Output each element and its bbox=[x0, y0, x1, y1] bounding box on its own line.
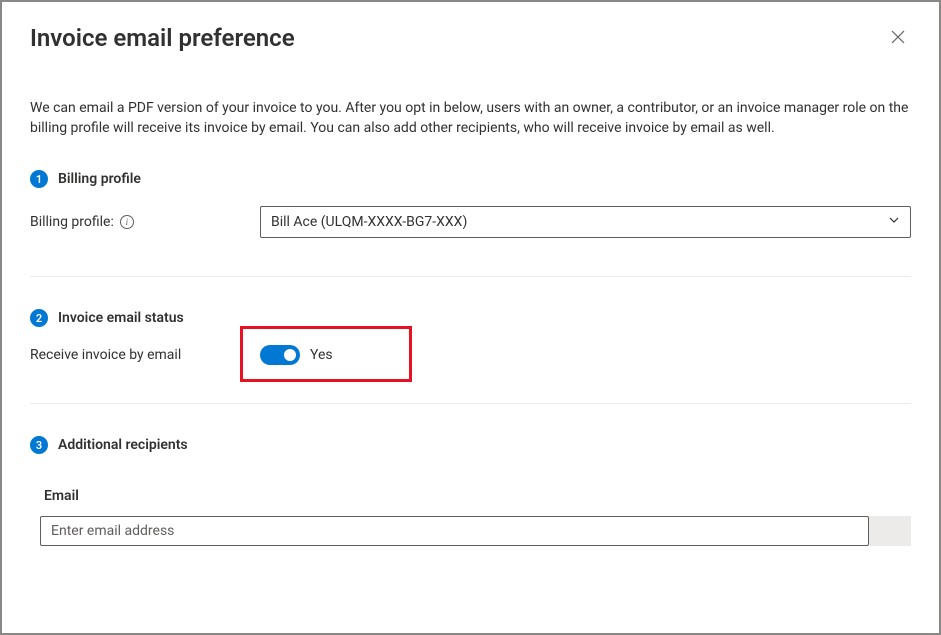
step-number-badge: 2 bbox=[30, 309, 48, 327]
recipients-area: Email bbox=[30, 488, 911, 546]
info-icon[interactable]: i bbox=[120, 215, 134, 229]
billing-profile-label-text: Billing profile: bbox=[30, 214, 114, 230]
step-number-badge: 3 bbox=[30, 436, 48, 454]
billing-profile-label: Billing profile: i bbox=[30, 214, 260, 230]
email-column-header: Email bbox=[40, 488, 911, 504]
section-head-billing-profile: 1 Billing profile bbox=[30, 170, 911, 188]
close-icon bbox=[891, 30, 905, 44]
receive-invoice-toggle-value: Yes bbox=[310, 347, 333, 363]
email-input-row bbox=[40, 516, 911, 546]
receive-invoice-label: Receive invoice by email bbox=[30, 347, 260, 363]
section-additional-recipients: 3 Additional recipients Email bbox=[2, 436, 939, 546]
billing-profile-dropdown[interactable]: Bill Ace (ULQM-XXXX-BG7-XXX) bbox=[260, 206, 911, 238]
section-head-additional-recipients: 3 Additional recipients bbox=[30, 436, 911, 454]
email-add-slot[interactable] bbox=[869, 516, 911, 546]
billing-profile-row: Billing profile: i Bill Ace (ULQM-XXXX-B… bbox=[30, 206, 911, 238]
receive-invoice-toggle[interactable] bbox=[260, 345, 300, 365]
section-title-invoice-status: Invoice email status bbox=[58, 310, 184, 326]
close-button[interactable] bbox=[885, 24, 911, 50]
section-billing-profile: 1 Billing profile Billing profile: i Bil… bbox=[2, 170, 939, 238]
chevron-down-icon bbox=[888, 214, 900, 230]
section-title-billing-profile: Billing profile bbox=[58, 171, 141, 187]
receive-invoice-toggle-container: Yes bbox=[260, 345, 333, 365]
invoice-email-preference-panel: Invoice email preference We can email a … bbox=[0, 0, 941, 635]
step-number-badge: 1 bbox=[30, 170, 48, 188]
panel-description: We can email a PDF version of your invoi… bbox=[2, 52, 939, 138]
receive-invoice-row: Receive invoice by email Yes bbox=[30, 345, 911, 365]
section-invoice-email-status: 2 Invoice email status Receive invoice b… bbox=[2, 309, 939, 365]
billing-profile-selected-value: Bill Ace (ULQM-XXXX-BG7-XXX) bbox=[271, 214, 467, 230]
email-input[interactable] bbox=[40, 516, 869, 546]
section-head-invoice-status: 2 Invoice email status bbox=[30, 309, 911, 327]
section-title-additional-recipients: Additional recipients bbox=[58, 437, 188, 453]
panel-title: Invoice email preference bbox=[30, 24, 295, 52]
divider bbox=[30, 276, 911, 277]
toggle-thumb bbox=[284, 349, 296, 361]
divider bbox=[30, 403, 911, 404]
panel-header: Invoice email preference bbox=[2, 2, 939, 52]
